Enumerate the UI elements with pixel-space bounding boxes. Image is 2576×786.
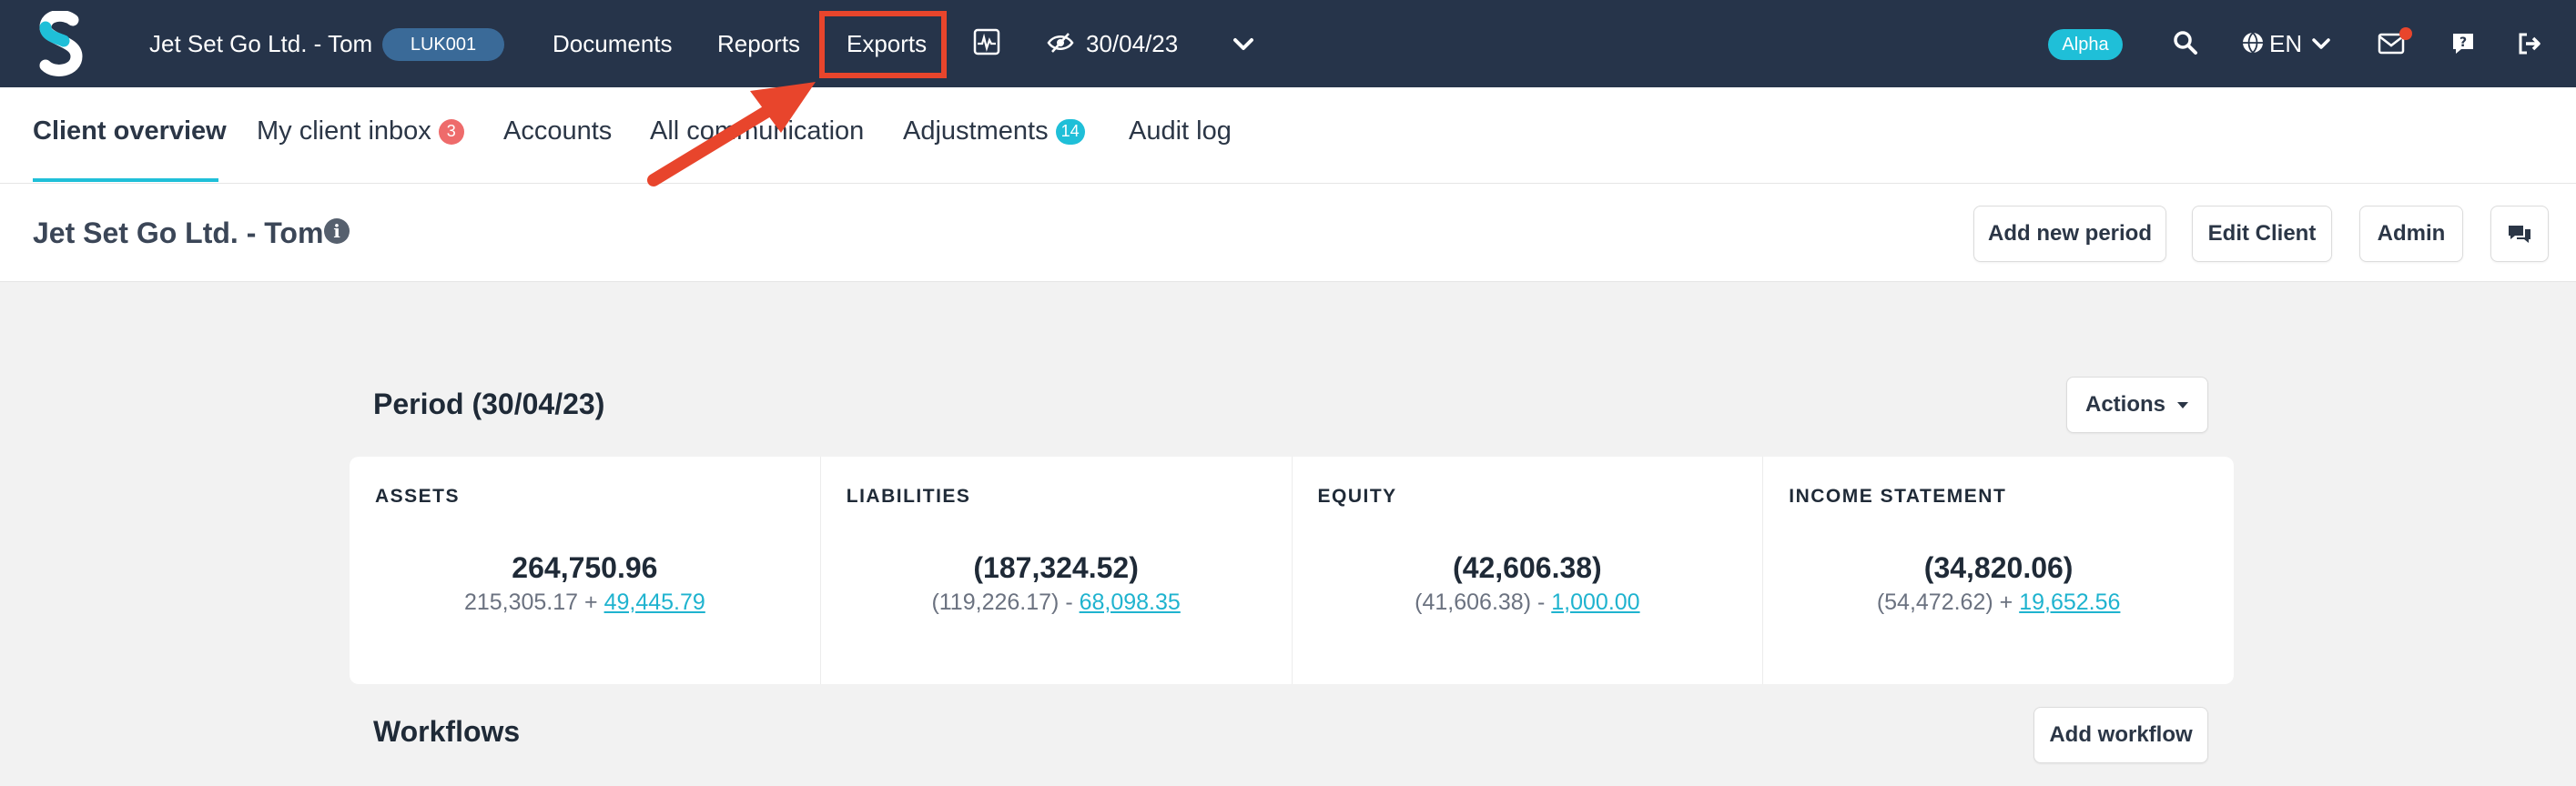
- active-tab-underline: [33, 178, 218, 182]
- caret-down-icon: [2177, 402, 2188, 408]
- period-title: Period (30/04/23): [373, 388, 605, 420]
- add-workflow-button[interactable]: Add workflow: [2033, 707, 2208, 763]
- svg-text:?: ?: [2459, 35, 2467, 50]
- edit-client-button[interactable]: Edit Client: [2192, 206, 2332, 262]
- client-code-badge: LUK001: [382, 28, 504, 61]
- column-breakdown: 215,305.17 + 49,445.79: [463, 590, 705, 615]
- language-selector[interactable]: EN: [2269, 27, 2302, 60]
- tab-client-overview[interactable]: Client overview: [33, 116, 227, 146]
- annotation-arrow-icon: [647, 82, 816, 186]
- column-total: 264,750.96: [512, 551, 658, 584]
- admin-button[interactable]: Admin: [2359, 206, 2463, 262]
- nav-documents[interactable]: Documents: [553, 27, 673, 60]
- column-label: LIABILITIES: [846, 486, 971, 507]
- column-total: (187,324.52): [973, 551, 1139, 584]
- tab-my-client-inbox[interactable]: My client inbox 3: [257, 116, 464, 146]
- chevron-down-icon[interactable]: [1231, 33, 1256, 55]
- nav-reports[interactable]: Reports: [717, 27, 800, 60]
- column-label: INCOME STATEMENT: [1789, 486, 2007, 507]
- period-date[interactable]: 30/04/23: [1086, 27, 1178, 60]
- client-name[interactable]: Jet Set Go Ltd. - Tom: [149, 27, 372, 60]
- logo-s-icon[interactable]: [36, 11, 86, 76]
- alpha-badge: Alpha: [2048, 29, 2123, 60]
- column-total: (34,820.06): [1923, 551, 2074, 584]
- period-summary-card: ASSETS 264,750.96 215,305.17 + 49,445.79…: [350, 457, 2234, 684]
- notification-dot: [2399, 27, 2412, 40]
- tab-audit-log[interactable]: Audit log: [1129, 116, 1232, 146]
- column-breakdown: (41,606.38) - 1,000.00: [1415, 590, 1640, 615]
- nav-exports[interactable]: Exports: [847, 27, 927, 60]
- search-icon[interactable]: [2172, 29, 2199, 56]
- client-title: Jet Set Go Ltd. - Tom: [33, 217, 324, 249]
- actions-dropdown-button[interactable]: Actions: [2066, 377, 2208, 433]
- income-statement-column: INCOME STATEMENT (34,820.06) (54,472.62)…: [1763, 457, 2234, 684]
- top-navigation-bar: Jet Set Go Ltd. - Tom LUK001 Documents R…: [0, 0, 2576, 87]
- chat-button[interactable]: [2490, 206, 2549, 262]
- adjustment-link[interactable]: 68,098.35: [1080, 590, 1181, 615]
- language-chevron-down-icon[interactable]: [2310, 33, 2332, 55]
- logout-icon[interactable]: [2516, 31, 2543, 56]
- info-icon[interactable]: i: [324, 218, 350, 244]
- eye-slash-icon[interactable]: [1047, 31, 1074, 55]
- adjustment-link[interactable]: 19,652.56: [2019, 590, 2120, 615]
- client-tabs: Client overview My client inbox 3 Account…: [0, 87, 2576, 184]
- adjustments-count-badge: 14: [1055, 118, 1085, 145]
- equity-column: EQUITY (42,606.38) (41,606.38) - 1,000.0…: [1293, 457, 1764, 684]
- column-label: ASSETS: [375, 486, 461, 507]
- column-label: EQUITY: [1317, 486, 1397, 507]
- activity-chart-icon[interactable]: [972, 27, 1001, 56]
- workflows-title: Workflows: [373, 715, 521, 748]
- add-new-period-button[interactable]: Add new period: [1973, 206, 2166, 262]
- inbox-count-badge: 3: [438, 118, 464, 145]
- column-breakdown: (119,226.17) - 68,098.35: [931, 590, 1181, 615]
- adjustment-link[interactable]: 1,000.00: [1551, 590, 1639, 615]
- tab-adjustments[interactable]: Adjustments 14: [903, 116, 1085, 146]
- tab-accounts[interactable]: Accounts: [503, 116, 612, 146]
- column-breakdown: (54,472.62) + 19,652.56: [1876, 590, 2121, 615]
- client-header: Jet Set Go Ltd. - Tom i Add new period E…: [0, 184, 2576, 282]
- help-icon[interactable]: ?: [2450, 31, 2476, 56]
- globe-icon[interactable]: [2241, 31, 2265, 55]
- column-total: (42,606.38): [1453, 551, 1602, 584]
- assets-column: ASSETS 264,750.96 215,305.17 + 49,445.79: [350, 457, 821, 684]
- liabilities-column: LIABILITIES (187,324.52) (119,226.17) - …: [821, 457, 1293, 684]
- adjustment-link[interactable]: 49,445.79: [604, 590, 705, 615]
- chat-bubbles-icon: [2509, 226, 2530, 243]
